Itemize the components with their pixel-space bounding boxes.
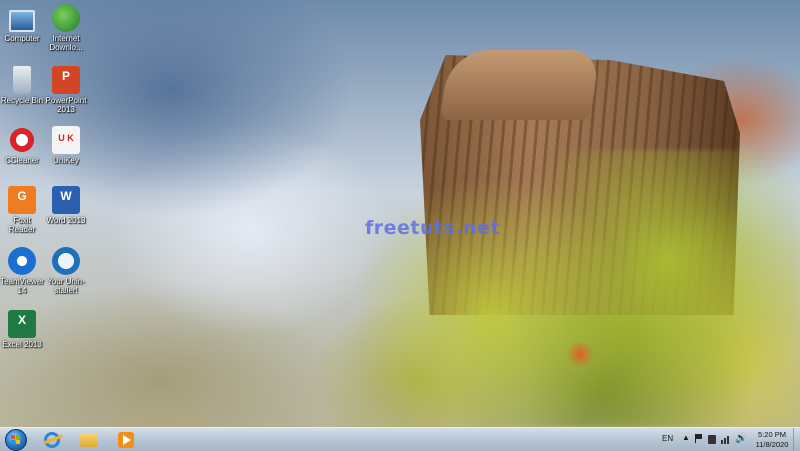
show-hidden-icons-chevron-icon[interactable]: ▲	[682, 433, 690, 442]
teamviewer-icon	[8, 247, 36, 275]
excel-icon: X	[8, 310, 36, 338]
desktop-icon-unikey[interactable]: U K UniKey	[44, 126, 88, 165]
desktop-icon-excel[interactable]: X Excel 2013	[0, 310, 44, 349]
media-player-icon	[118, 431, 134, 448]
computer-icon	[9, 10, 35, 32]
clock-date: 11/8/2020	[755, 440, 789, 449]
system-tray: EN ▲ 🔊 5:20 PM 11/8/2020	[650, 428, 800, 451]
network-icon[interactable]	[721, 434, 731, 444]
desktop-icon-label: PowerPoint 2013	[45, 96, 87, 114]
desktop-icon-label: Excel 2013	[2, 340, 42, 349]
idm-icon	[52, 4, 80, 32]
clock[interactable]: 5:20 PM 11/8/2020	[750, 430, 794, 450]
desktop-icon-recycle-bin[interactable]: Recycle Bin	[0, 66, 44, 105]
desktop-icon-your-uninstaller[interactable]: Your Unin-staller!	[44, 247, 88, 295]
desktop-icon-label: UniKey	[53, 156, 79, 165]
desktop-icon-powerpoint[interactable]: P PowerPoint 2013	[44, 66, 88, 114]
desktop-icon-grid: Computer Internet Downlo... Recycle Bin …	[0, 0, 90, 427]
desktop-icon-label: Computer	[4, 34, 40, 43]
foxit-reader-icon: G	[8, 186, 36, 214]
recycle-bin-icon	[13, 66, 31, 94]
taskbar: EN ▲ 🔊 5:20 PM 11/8/2020	[0, 427, 800, 451]
desktop-icon-word[interactable]: W Word 2013	[44, 186, 88, 225]
taskbar-file-explorer[interactable]	[72, 429, 106, 450]
desktop-icon-label: TeamViewer 14	[0, 277, 44, 295]
desktop-icon-computer[interactable]: Computer	[0, 6, 44, 43]
file-explorer-icon	[80, 432, 98, 447]
start-button[interactable]	[3, 428, 29, 451]
desktop-icon-label: Recycle Bin	[0, 96, 44, 105]
foliage	[360, 150, 800, 427]
watermark-text: freetuts.net	[365, 217, 501, 239]
start-orb-icon	[5, 428, 27, 451]
ccleaner-icon	[8, 126, 36, 154]
volume-icon[interactable]: 🔊	[735, 433, 747, 444]
desktop-icon-ccleaner[interactable]: CCleaner	[0, 126, 44, 165]
language-indicator[interactable]: EN	[662, 434, 673, 443]
desktop-icon-label: Your Unin-staller!	[47, 277, 85, 295]
unikey-icon: U K	[52, 126, 80, 154]
action-center-flag-icon[interactable]	[695, 434, 704, 443]
desktop-icon-label: CCleaner	[5, 156, 39, 165]
powerpoint-icon: P	[52, 66, 80, 94]
desktop-icon-label: Foxit Reader	[8, 216, 36, 234]
battery-icon[interactable]	[708, 435, 716, 444]
desktop-icon-label: Word 2013	[46, 216, 86, 225]
tree-stump-top	[440, 50, 600, 120]
taskbar-media-player[interactable]	[109, 429, 143, 450]
internet-explorer-icon	[44, 431, 60, 448]
flower	[565, 342, 595, 366]
clock-time: 5:20 PM	[758, 430, 786, 439]
show-desktop-button[interactable]	[793, 428, 800, 451]
desktop-icon-internet-download-manager[interactable]: Internet Downlo...	[44, 4, 88, 52]
desktop-icon-teamviewer[interactable]: TeamViewer 14	[0, 247, 44, 295]
desktop-icon-label: Internet Downlo...	[49, 34, 83, 52]
word-icon: W	[52, 186, 80, 214]
uninstaller-icon	[52, 247, 80, 275]
desktop-background: freetuts.net Computer Internet Downlo...…	[0, 0, 800, 427]
taskbar-internet-explorer[interactable]	[35, 429, 69, 450]
desktop-icon-foxit-reader[interactable]: G Foxit Reader	[0, 186, 44, 234]
